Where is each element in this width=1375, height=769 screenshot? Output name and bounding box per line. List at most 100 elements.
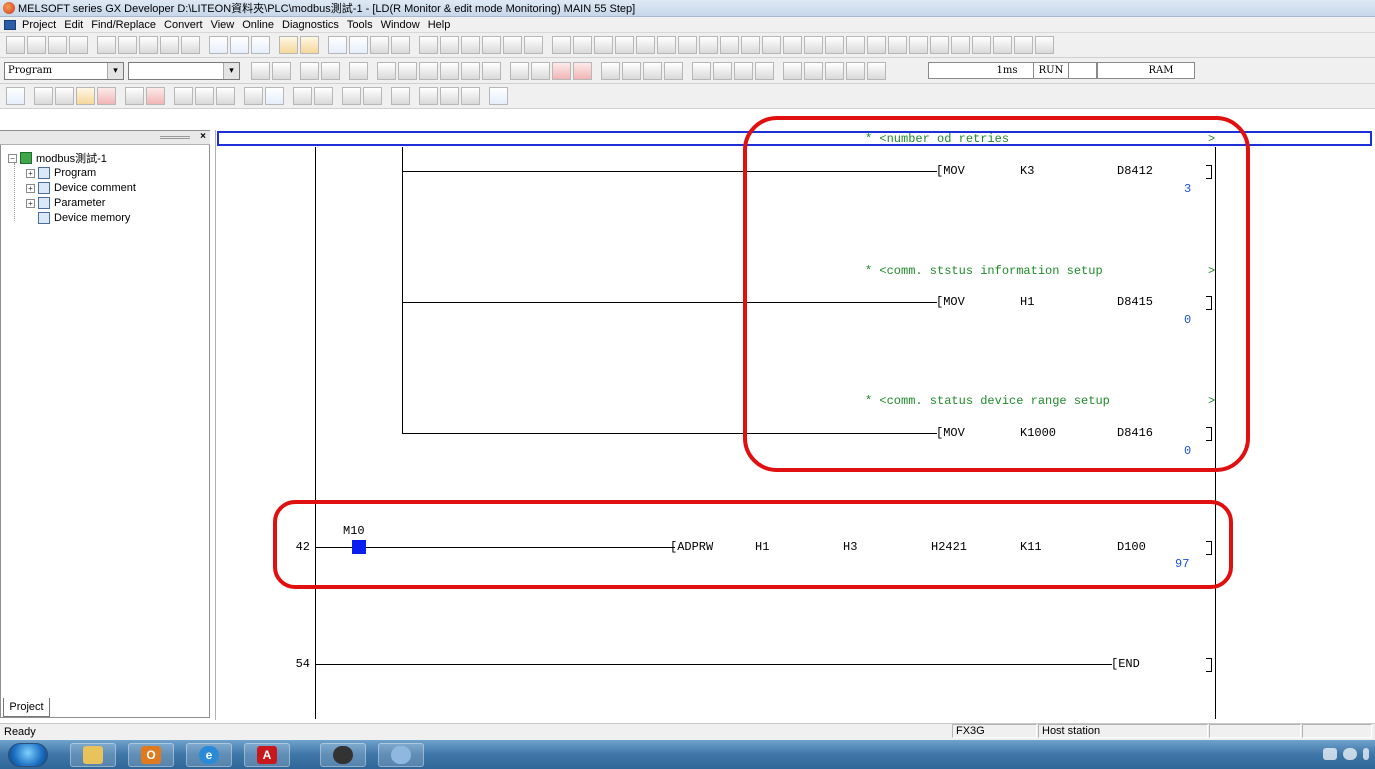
ladder-view-icon[interactable] <box>251 61 270 80</box>
diagnostics-icon[interactable] <box>265 87 284 105</box>
save-icon[interactable] <box>48 36 67 54</box>
c2-icon[interactable] <box>846 36 865 54</box>
sf5-contact-icon[interactable] <box>398 61 417 80</box>
af10-icon[interactable] <box>1014 36 1033 54</box>
screen-icon[interactable] <box>489 87 508 105</box>
f6-contact-icon[interactable] <box>419 61 438 80</box>
edit-mode-icon[interactable] <box>97 87 116 105</box>
cf10-delete-icon[interactable] <box>573 61 592 80</box>
af8-icon[interactable] <box>664 61 683 80</box>
f7-coil-icon[interactable] <box>636 36 655 54</box>
af5-icon[interactable] <box>783 61 802 80</box>
tray-more-icon[interactable] <box>1363 748 1369 760</box>
cut-icon[interactable] <box>97 36 116 54</box>
c5-icon[interactable] <box>909 36 928 54</box>
caf10-icon[interactable] <box>825 61 844 80</box>
program-select[interactable]: ▾ <box>128 61 240 80</box>
redo-icon[interactable] <box>181 36 200 54</box>
tree-item-device-comment[interactable]: + Device comment <box>26 181 136 195</box>
tab-project[interactable]: Project <box>3 698 50 717</box>
program-list-icon[interactable] <box>524 36 543 54</box>
expand-icon[interactable]: + <box>26 168 35 178</box>
menu-online[interactable]: Online <box>242 19 274 31</box>
end-instruction[interactable]: [END <box>1111 657 1140 671</box>
saf7-icon[interactable] <box>734 61 753 80</box>
menu-find-replace[interactable]: Find/Replace <box>91 19 156 31</box>
sampling-trace-icon[interactable] <box>216 87 235 105</box>
sf9-line-icon[interactable] <box>804 36 823 54</box>
menu-window[interactable]: Window <box>381 19 420 31</box>
find-instruction-icon[interactable] <box>230 36 249 54</box>
document-icon[interactable] <box>4 19 16 30</box>
undo-icon[interactable] <box>160 36 179 54</box>
f5-contact-icon[interactable] <box>552 36 571 54</box>
saf6-icon[interactable] <box>713 61 732 80</box>
write-mode-icon[interactable] <box>321 61 340 80</box>
tree-item-parameter[interactable]: + Parameter <box>26 196 105 210</box>
read-from-plc-icon[interactable] <box>300 36 319 54</box>
ladder-monitor-icon[interactable] <box>34 87 53 105</box>
collapse-icon[interactable]: − <box>8 153 17 163</box>
gx-developer-taskbar-button[interactable] <box>320 743 366 767</box>
new-file-icon[interactable] <box>6 36 25 54</box>
f5-contact-icon[interactable] <box>377 61 396 80</box>
f7-line-icon[interactable] <box>741 36 760 54</box>
close-icon[interactable]: × <box>200 131 206 142</box>
expand-icon[interactable]: + <box>26 183 35 193</box>
outlook-taskbar-button[interactable]: O <box>128 743 174 767</box>
f9-hline-icon[interactable] <box>510 61 529 80</box>
print-icon[interactable] <box>69 36 88 54</box>
cf9-delete-line-icon[interactable] <box>552 61 571 80</box>
cf9-icon[interactable] <box>1035 36 1054 54</box>
menu-view[interactable]: View <box>211 19 235 31</box>
caf5-icon[interactable] <box>804 61 823 80</box>
paste-icon[interactable] <box>139 36 158 54</box>
f9-line-icon[interactable] <box>783 36 802 54</box>
c3-icon[interactable] <box>867 36 886 54</box>
paint-taskbar-button[interactable] <box>378 743 424 767</box>
tree-root[interactable]: − modbus測試-1 <box>8 151 107 165</box>
find-contact-icon[interactable] <box>251 36 270 54</box>
column-right-icon[interactable] <box>461 87 480 105</box>
f6-line-icon[interactable] <box>720 36 739 54</box>
column-center-icon[interactable] <box>440 87 459 105</box>
note-icon[interactable] <box>461 36 480 54</box>
zoom-in-icon[interactable] <box>391 87 410 105</box>
ie-taskbar-button[interactable]: e <box>186 743 232 767</box>
find-device-icon[interactable] <box>209 36 228 54</box>
check-program-icon[interactable] <box>195 87 214 105</box>
sf9-vline-icon[interactable] <box>531 61 550 80</box>
f8-line-icon[interactable] <box>762 36 781 54</box>
acrobat-taskbar-button[interactable]: A <box>244 743 290 767</box>
project-data-icon[interactable] <box>6 87 25 105</box>
statement-icon[interactable] <box>440 36 459 54</box>
menu-convert[interactable]: Convert <box>164 19 203 31</box>
remote-stop-icon[interactable] <box>146 87 165 105</box>
device-test-icon[interactable] <box>244 87 263 105</box>
expand-icon[interactable]: + <box>26 198 35 208</box>
f10-icon[interactable] <box>846 61 865 80</box>
copy-icon[interactable] <box>118 36 137 54</box>
af8-icon[interactable] <box>972 36 991 54</box>
af9-icon[interactable] <box>993 36 1012 54</box>
tree-item-device-memory[interactable]: Device memory <box>38 211 130 225</box>
saf8-icon[interactable] <box>755 61 774 80</box>
menu-help[interactable]: Help <box>428 19 451 31</box>
c4-icon[interactable] <box>888 36 907 54</box>
device-search-icon[interactable] <box>76 87 95 105</box>
zoom-icon[interactable] <box>503 36 522 54</box>
menu-edit[interactable]: Edit <box>64 19 83 31</box>
monitor-stop-icon[interactable] <box>349 36 368 54</box>
sf5-icon[interactable] <box>678 36 697 54</box>
menu-project[interactable]: Project <box>22 19 56 31</box>
register-icon[interactable] <box>314 87 333 105</box>
column-left-icon[interactable] <box>419 87 438 105</box>
explorer-taskbar-button[interactable] <box>70 743 116 767</box>
melsoft-app-icon[interactable] <box>3 2 15 14</box>
f7-coil-icon[interactable] <box>461 61 480 80</box>
keyboard-icon[interactable] <box>1323 748 1337 760</box>
write-to-plc-icon[interactable] <box>279 36 298 54</box>
comment-icon[interactable] <box>419 36 438 54</box>
c1-icon[interactable] <box>825 36 844 54</box>
monitor-icon[interactable] <box>328 36 347 54</box>
